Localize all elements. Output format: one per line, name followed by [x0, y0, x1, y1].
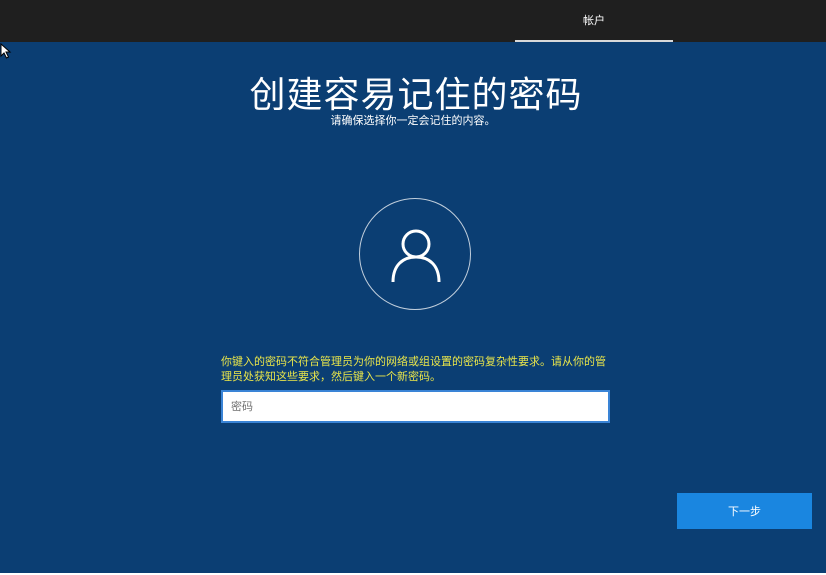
page-subtitle: 请确保选择你一定会记住的内容。	[330, 114, 496, 127]
password-input[interactable]	[221, 390, 610, 423]
user-icon	[391, 229, 441, 282]
top-bar: 帐户	[0, 0, 826, 42]
tab-account: 帐户	[583, 14, 605, 27]
oobe-screen: 帐户 创建容易记住的密码 请确保选择你一定会记住的内容。 你键入的密码不符合管理…	[0, 0, 826, 575]
password-policy-warning: 你键入的密码不符合管理员为你的网络或组设置的密码复杂性要求。请从你的管理员处获知…	[221, 355, 606, 383]
avatar	[359, 198, 471, 310]
mouse-cursor-icon	[0, 43, 12, 59]
page-title: 创建容易记住的密码	[249, 75, 583, 116]
next-button[interactable]: 下一步	[677, 493, 812, 529]
